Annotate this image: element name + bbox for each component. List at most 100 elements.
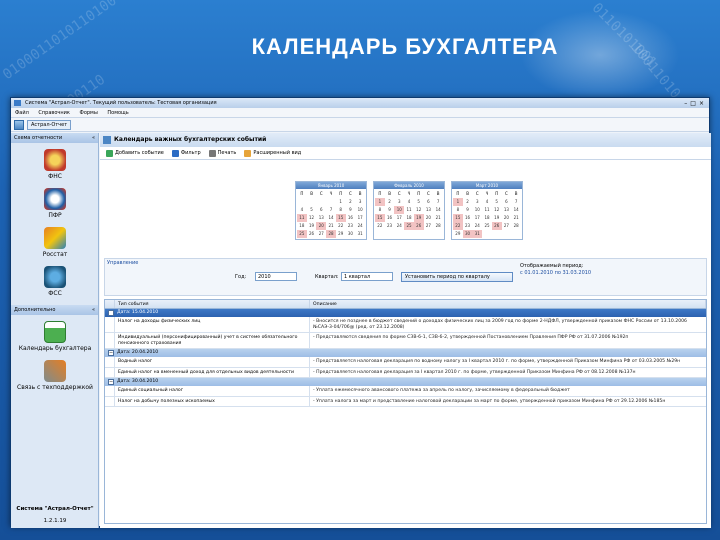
day-cell[interactable]: 11 <box>297 214 307 222</box>
day-cell[interactable]: 1 <box>375 198 385 206</box>
year-field[interactable]: 2010 <box>255 272 297 281</box>
day-cell[interactable]: 28 <box>326 230 336 238</box>
day-cell[interactable]: 21 <box>511 214 521 222</box>
date-group-row[interactable]: − Дата: 30.04.2010 <box>105 378 706 386</box>
day-cell[interactable]: 30 <box>462 230 473 238</box>
day-cell[interactable]: 19 <box>492 214 502 222</box>
day-cell[interactable]: 17 <box>394 214 404 222</box>
date-group-row[interactable]: − Дата: 20.04.2010 <box>105 349 706 357</box>
day-cell[interactable]: 15 <box>335 214 346 222</box>
day-cell[interactable]: 30 <box>346 230 356 238</box>
day-cell[interactable]: 16 <box>463 214 473 222</box>
day-cell[interactable]: 21 <box>433 214 443 222</box>
table-row[interactable]: Единый социальный налог - Уплата ежемесяч… <box>105 386 706 397</box>
day-cell[interactable]: 5 <box>492 198 502 206</box>
month-calendar[interactable]: Март 2010 П В С Ч П С В 1 2 3 4 5 6 7 8 9 10 11 12 13 14 15 16 1… <box>451 181 523 240</box>
day-cell[interactable]: 29 <box>453 230 463 238</box>
month-calendar[interactable]: Февраль 2010 П В С Ч П С В 1 2 3 4 5 6 7 8 9 10 11 12 13 14 15… <box>373 181 445 240</box>
day-cell[interactable]: 18 <box>404 214 414 222</box>
day-cell[interactable]: 20 <box>424 214 434 222</box>
sidebar-item-fns[interactable]: ФНС <box>11 149 99 180</box>
day-cell[interactable]: 1 <box>336 198 346 206</box>
day-cell[interactable]: 17 <box>355 214 365 222</box>
day-cell[interactable]: 8 <box>375 206 385 214</box>
day-cell[interactable]: 24 <box>394 222 404 230</box>
day-cell[interactable]: 2 <box>463 198 473 206</box>
menu-reference[interactable]: Справочник <box>38 110 70 116</box>
day-cell[interactable]: 2 <box>385 198 395 206</box>
day-cell[interactable]: 6 <box>424 198 434 206</box>
add-event-button[interactable]: Добавить событие <box>106 149 164 157</box>
day-cell[interactable]: 6 <box>316 206 326 214</box>
home-icon[interactable] <box>14 119 24 130</box>
month-calendar[interactable]: Январь 2010 П В С Ч П С В 1 2 3 4 5 6 7 8 9 10 11 12 13 14 15 1… <box>295 181 367 240</box>
day-cell[interactable]: 23 <box>463 222 473 230</box>
day-cell[interactable]: 18 <box>297 222 307 230</box>
day-cell[interactable]: 13 <box>502 206 512 214</box>
day-cell[interactable]: 19 <box>307 222 317 230</box>
day-cell[interactable]: 21 <box>326 222 336 230</box>
window-controls[interactable]: –□× <box>684 99 707 109</box>
day-cell[interactable]: 16 <box>385 214 395 222</box>
collapse-icon[interactable]: − <box>108 310 114 316</box>
day-cell[interactable]: 14 <box>511 206 521 214</box>
date-group-row[interactable]: − Дата: 15.04.2010 <box>105 309 706 317</box>
quarter-select[interactable]: 1 квартал <box>341 272 393 281</box>
day-cell[interactable]: 28 <box>511 222 521 230</box>
col-event-type[interactable]: Тип события <box>115 300 310 308</box>
menu-file[interactable]: Файл <box>15 110 29 116</box>
day-cell[interactable]: 1 <box>453 198 463 206</box>
sidebar-item-support[interactable]: Связь с техподдержкой <box>11 360 99 391</box>
day-cell[interactable]: 9 <box>346 206 356 214</box>
day-cell[interactable]: 10 <box>355 206 365 214</box>
filter-button[interactable]: Фильтр <box>171 149 201 157</box>
day-cell[interactable]: 13 <box>424 206 434 214</box>
day-cell[interactable]: 22 <box>453 222 463 230</box>
day-cell[interactable]: 19 <box>413 214 424 222</box>
day-cell[interactable]: 27 <box>502 222 512 230</box>
day-cell[interactable]: 13 <box>316 214 326 222</box>
day-cell[interactable]: 7 <box>326 206 336 214</box>
collapse-icon[interactable]: − <box>108 379 114 385</box>
day-cell[interactable]: 25 <box>404 222 414 230</box>
table-row[interactable]: Водный налог - Представляется налоговая д… <box>105 357 706 368</box>
day-cell[interactable]: 27 <box>424 222 434 230</box>
day-cell[interactable]: 20 <box>502 214 512 222</box>
day-cell[interactable]: 12 <box>492 206 502 214</box>
day-cell[interactable]: 14 <box>326 214 336 222</box>
day-cell[interactable]: 7 <box>511 198 521 206</box>
sidebar-item-pfr[interactable]: ПФР <box>11 188 99 219</box>
table-row[interactable]: Налог на доходы физических лиц - Вносится… <box>105 317 706 333</box>
day-cell[interactable]: 31 <box>355 230 365 238</box>
print-button[interactable]: Печать <box>208 149 236 157</box>
set-period-button[interactable]: Установить период по кварталу <box>401 272 513 282</box>
sidebar-item-rosstat[interactable]: Росстат <box>11 227 99 258</box>
day-cell[interactable]: 12 <box>414 206 424 214</box>
day-cell[interactable]: 2 <box>346 198 356 206</box>
day-cell[interactable]: 4 <box>404 198 414 206</box>
day-cell[interactable]: 23 <box>346 222 356 230</box>
day-cell[interactable]: 25 <box>297 230 307 238</box>
day-cell[interactable]: 5 <box>414 198 424 206</box>
day-cell[interactable]: 18 <box>482 214 492 222</box>
day-cell[interactable]: 6 <box>502 198 512 206</box>
day-cell[interactable]: 8 <box>336 206 346 214</box>
menu-help[interactable]: Помощь <box>107 110 128 116</box>
day-cell[interactable]: 16 <box>346 214 356 222</box>
day-cell[interactable]: 11 <box>482 206 492 214</box>
expanded-view-button[interactable]: Расширенный вид <box>244 149 301 157</box>
day-cell[interactable]: 10 <box>472 206 482 214</box>
day-cell[interactable]: 23 <box>385 222 395 230</box>
day-cell[interactable]: 28 <box>433 222 443 230</box>
day-cell[interactable]: 24 <box>472 222 482 230</box>
day-cell[interactable]: 25 <box>482 222 492 230</box>
day-cell[interactable]: 26 <box>307 230 317 238</box>
menu-forms[interactable]: Формы <box>80 110 98 116</box>
day-cell[interactable]: 29 <box>336 230 346 238</box>
table-row[interactable]: Единый налог на вмененный доход для отде… <box>105 367 706 378</box>
day-cell[interactable]: 26 <box>413 222 424 230</box>
day-cell[interactable]: 15 <box>453 214 463 222</box>
astral-report-button[interactable]: Астрал-Отчет <box>27 119 72 130</box>
day-cell[interactable]: 4 <box>482 198 492 206</box>
day-cell[interactable]: 20 <box>316 222 327 230</box>
